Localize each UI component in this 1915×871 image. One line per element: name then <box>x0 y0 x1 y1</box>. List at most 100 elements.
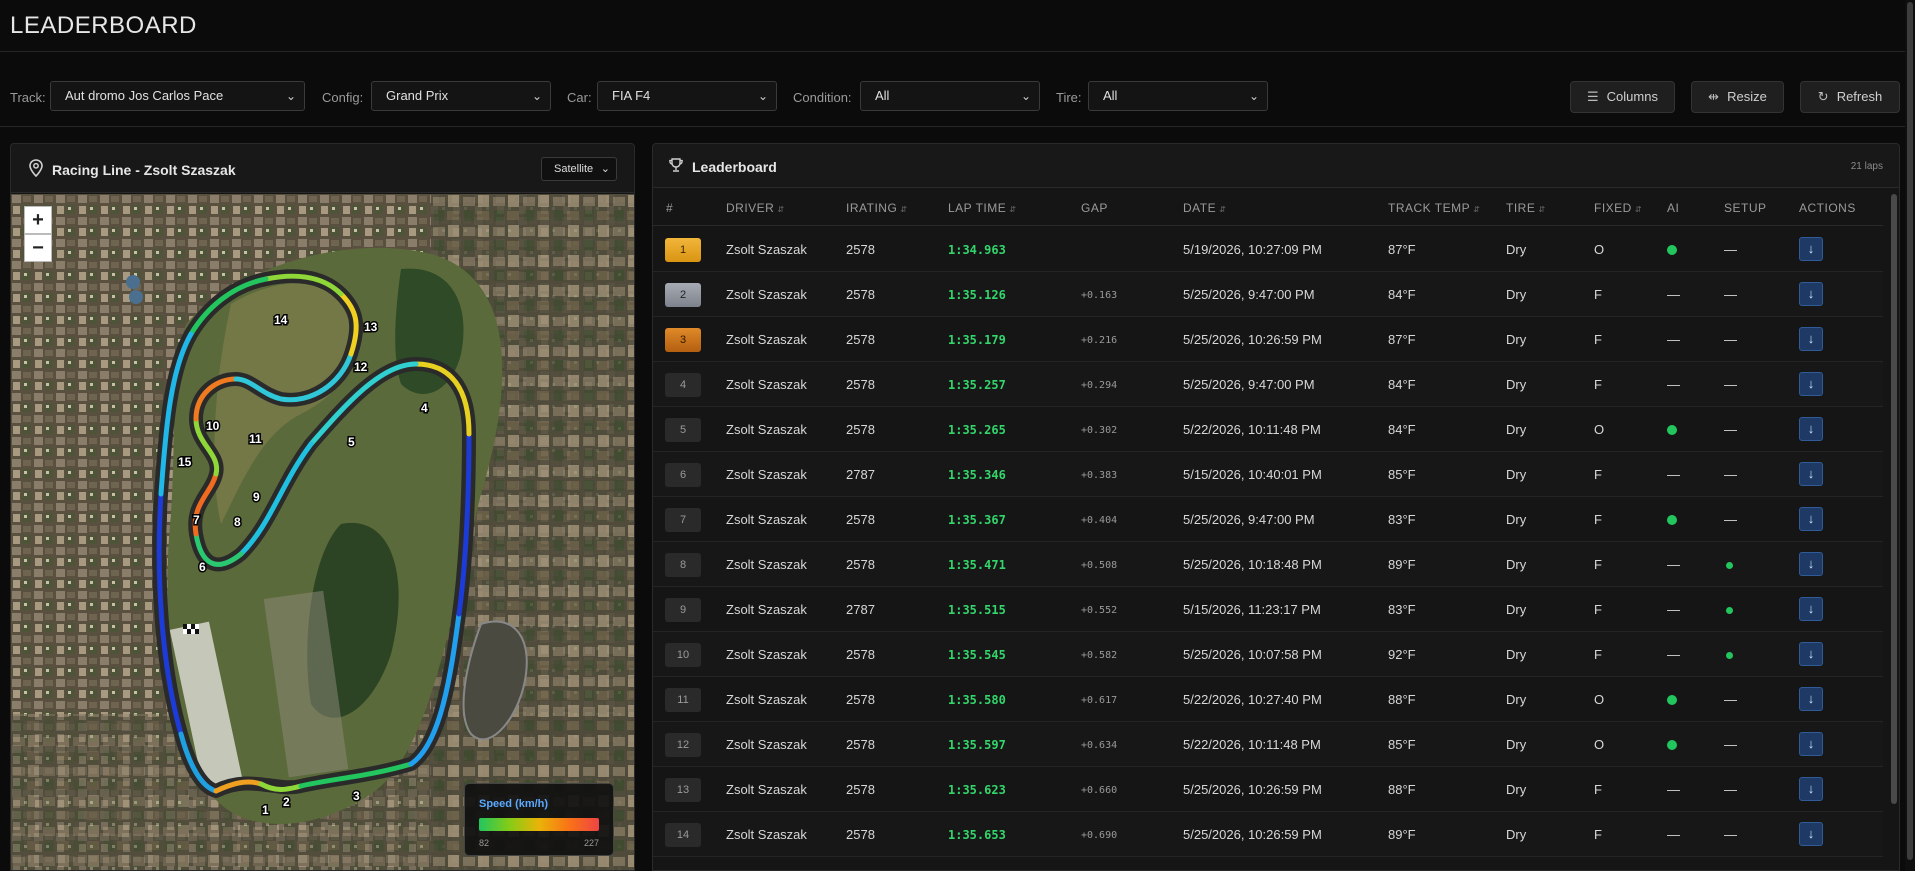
gap-value: +0.617 <box>1081 695 1118 706</box>
driver-name: Zsolt Szaszak <box>726 287 807 302</box>
table-row[interactable]: 10 Zsolt Szaszak 2578 1:35.545 +0.582 5/25/20… <box>653 632 1883 677</box>
ai-indicator-dot <box>1667 245 1677 255</box>
refresh-button[interactable]: ↻ Refresh <box>1800 81 1900 113</box>
download-button[interactable]: ↓ <box>1799 732 1823 756</box>
column-header[interactable]: TIRE ⇵ <box>1506 201 1546 215</box>
fixed-value: F <box>1594 827 1602 842</box>
download-button[interactable]: ↓ <box>1799 687 1823 711</box>
column-header-label: LAP TIME <box>948 201 1007 215</box>
download-arrow-icon: ↓ <box>1807 646 1815 661</box>
condition-select[interactable]: All ⌄ <box>860 81 1040 111</box>
track-map[interactable]: 1 2 3 4 5 6 7 8 9 10 11 12 13 14 15 + − … <box>11 194 634 870</box>
tire-type: Dry <box>1506 332 1527 347</box>
lap-date: 5/22/2026, 10:11:48 PM <box>1183 737 1321 752</box>
map-mode-select[interactable]: Satellite ⌄ <box>541 157 617 181</box>
sort-icon: ⇵ <box>1219 205 1227 214</box>
tire-type: Dry <box>1506 557 1527 572</box>
track-select[interactable]: Aut dromo Jos Carlos Pace ⌄ <box>50 81 305 111</box>
column-header[interactable]: FIXED ⇵ <box>1594 201 1642 215</box>
columns-button-label: Columns <box>1606 89 1658 104</box>
car-select[interactable]: FIA F4 ⌄ <box>597 81 777 111</box>
turn-label: 7 <box>193 513 200 527</box>
column-header[interactable]: IRATING ⇵ <box>846 201 907 215</box>
turn-label: 15 <box>178 455 192 469</box>
lap-time: 1:35.126 <box>948 288 1006 302</box>
download-button[interactable]: ↓ <box>1799 462 1823 486</box>
column-header[interactable]: TRACK TEMP ⇵ <box>1388 201 1480 215</box>
tire-label: Tire: <box>1056 90 1082 105</box>
download-button[interactable]: ↓ <box>1799 597 1823 621</box>
column-header[interactable]: DRIVER ⇵ <box>726 201 785 215</box>
map-mode-value: Satellite <box>554 163 594 175</box>
table-row[interactable]: 7 Zsolt Szaszak 2578 1:35.367 +0.404 5/25/202… <box>653 497 1883 542</box>
setup-empty: — <box>1724 242 1737 257</box>
fixed-value: F <box>1594 557 1602 572</box>
zoom-out-button[interactable]: − <box>24 234 52 262</box>
track-select-value: Aut dromo Jos Carlos Pace <box>65 88 224 103</box>
ai-empty: — <box>1667 377 1680 392</box>
page-scrollbar-thumb[interactable] <box>1907 2 1913 860</box>
lap-time: 1:35.545 <box>948 648 1006 662</box>
refresh-icon: ↻ <box>1817 89 1829 104</box>
trophy-icon <box>669 158 683 172</box>
download-button[interactable]: ↓ <box>1799 372 1823 396</box>
download-button[interactable]: ↓ <box>1799 417 1823 441</box>
table-row[interactable]: 8 Zsolt Szaszak 2578 1:35.471 +0.508 5/25/202… <box>653 542 1883 587</box>
setup-indicator-dot <box>1726 607 1733 614</box>
sort-icon: ⇵ <box>1634 205 1643 214</box>
driver-name: Zsolt Szaszak <box>726 242 807 257</box>
lap-time: 1:35.515 <box>948 603 1006 617</box>
download-button[interactable]: ↓ <box>1799 282 1823 306</box>
chevron-down-icon: ⌄ <box>600 163 610 175</box>
table-row[interactable]: 12 Zsolt Szaszak 2578 1:35.597 +0.634 5/22/20… <box>653 722 1883 767</box>
config-select[interactable]: Grand Prix ⌄ <box>371 81 551 111</box>
lap-date: 5/15/2026, 11:23:17 PM <box>1183 602 1321 617</box>
download-button[interactable]: ↓ <box>1799 642 1823 666</box>
setup-indicator-dot <box>1726 562 1733 569</box>
tire-select[interactable]: All ⌄ <box>1088 81 1268 111</box>
ai-indicator-dot <box>1667 695 1677 705</box>
table-row[interactable]: 1 Zsolt Szaszak 2578 1:34.963 5/19/2026, 10:… <box>653 227 1883 272</box>
tire-type: Dry <box>1506 467 1527 482</box>
download-button[interactable]: ↓ <box>1799 507 1823 531</box>
table-row[interactable]: 5 Zsolt Szaszak 2578 1:35.265 +0.302 5/22/202… <box>653 407 1883 452</box>
zoom-in-button[interactable]: + <box>24 206 52 234</box>
download-button[interactable]: ↓ <box>1799 552 1823 576</box>
table-row[interactable]: 11 Zsolt Szaszak 2578 1:35.580 +0.617 5/22/20… <box>653 677 1883 722</box>
column-header[interactable]: DATE ⇵ <box>1183 201 1226 215</box>
fixed-value: F <box>1594 602 1602 617</box>
download-button[interactable]: ↓ <box>1799 237 1823 261</box>
fixed-value: O <box>1594 422 1605 437</box>
download-arrow-icon: ↓ <box>1807 826 1815 841</box>
download-button[interactable]: ↓ <box>1799 822 1823 846</box>
table-row[interactable]: 6 Zsolt Szaszak 2787 1:35.346 +0.383 5/15/202… <box>653 452 1883 497</box>
table-scrollbar[interactable] <box>1891 194 1897 804</box>
resize-button[interactable]: ⇹ Resize <box>1691 81 1784 113</box>
table-row[interactable]: 9 Zsolt Szaszak 2787 1:35.515 +0.552 5/15/202… <box>653 587 1883 632</box>
driver-name: Zsolt Szaszak <box>726 647 807 662</box>
track-temp: 85°F <box>1388 737 1416 752</box>
position-badge: 8 <box>665 553 701 577</box>
setup-empty: — <box>1724 287 1737 302</box>
table-row[interactable]: 3 Zsolt Szaszak 2578 1:35.179 +0.216 5/25/202… <box>653 317 1883 362</box>
columns-button[interactable]: ☰ Columns <box>1570 81 1675 113</box>
driver-name: Zsolt Szaszak <box>726 467 807 482</box>
page-scrollbar[interactable] <box>1905 0 1915 871</box>
irating-value: 2787 <box>846 467 875 482</box>
download-arrow-icon: ↓ <box>1807 781 1815 796</box>
tire-type: Dry <box>1506 827 1527 842</box>
table-row[interactable]: 2 Zsolt Szaszak 2578 1:35.126 +0.163 5/25/202… <box>653 272 1883 317</box>
track-temp: 85°F <box>1388 467 1416 482</box>
menu-icon: ☰ <box>1587 89 1599 104</box>
gap-value: +0.634 <box>1081 740 1118 751</box>
table-row[interactable]: 4 Zsolt Szaszak 2578 1:35.257 +0.294 5/25/202… <box>653 362 1883 407</box>
tire-type: Dry <box>1506 647 1527 662</box>
table-row[interactable]: 13 Zsolt Szaszak 2578 1:35.623 +0.660 5/25/20… <box>653 767 1883 812</box>
column-header[interactable]: LAP TIME ⇵ <box>948 201 1016 215</box>
table-row[interactable]: 14 Zsolt Szaszak 2578 1:35.653 +0.690 5/25/20… <box>653 812 1883 857</box>
download-button[interactable]: ↓ <box>1799 327 1823 351</box>
sort-icon: ⇵ <box>1009 205 1017 214</box>
position-badge: 2 <box>665 283 701 307</box>
speed-legend: Speed (km/h) 82 227 <box>464 783 614 856</box>
download-button[interactable]: ↓ <box>1799 777 1823 801</box>
